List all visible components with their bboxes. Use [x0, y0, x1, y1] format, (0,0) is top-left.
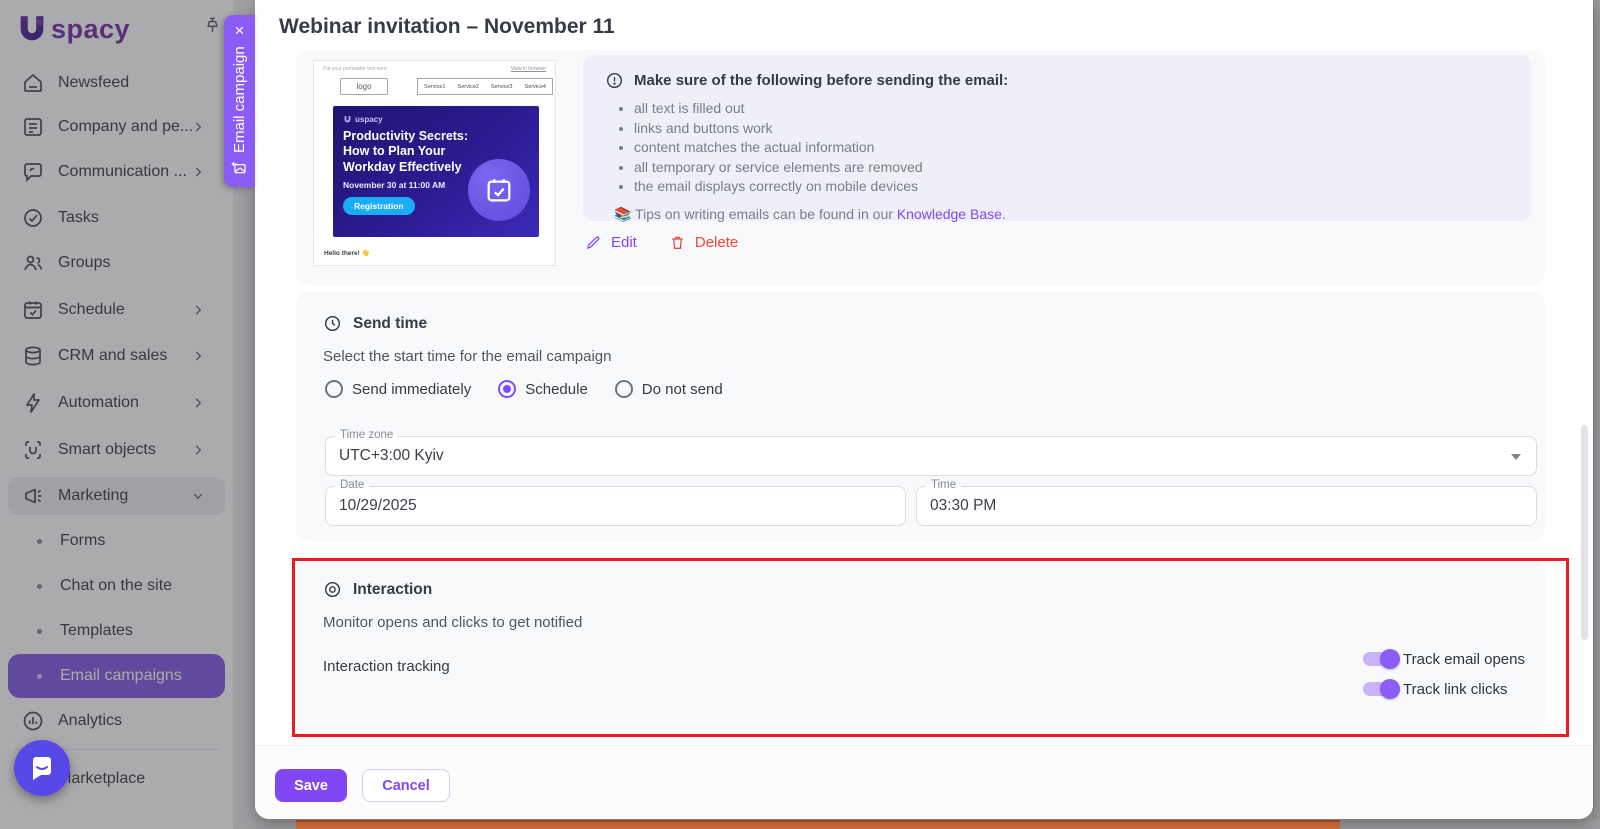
preview-actions: Edit Delete [585, 234, 738, 251]
send-time-section: Send time Select the start time for the … [296, 292, 1545, 541]
preview-nav: Service1 Service2 Service3 Service4 [417, 78, 553, 95]
registration-button: Registration [343, 196, 415, 215]
email-preview-thumbnail[interactable]: Put your preheader text here View in bro… [313, 60, 556, 266]
cancel-button[interactable]: Cancel [362, 769, 450, 802]
chat-launcher-button[interactable] [14, 740, 70, 796]
chat-smile-icon [33, 757, 51, 780]
radio-selected-icon [498, 380, 517, 398]
delete-button[interactable]: Delete [669, 234, 738, 251]
banner-heading: Productivity Secrets: How to Plan Your W… [343, 129, 469, 174]
tab-label: Email campaign [231, 46, 248, 153]
clock-icon [324, 315, 341, 332]
send-time-options: Send immediately Schedule Do not send [325, 380, 723, 398]
banner-brand-text: uspacy [355, 115, 383, 124]
checklist-item: the email displays correctly on mobile d… [634, 177, 1509, 197]
modal-scrollbar-thumb[interactable] [1581, 425, 1588, 640]
track-email-opens-toggle[interactable] [1363, 649, 1400, 669]
radio-send-immediately[interactable]: Send immediately [325, 380, 471, 398]
nav-service4: Service4 [524, 83, 546, 90]
interaction-section: Interaction Monitor opens and clicks to … [296, 561, 1545, 734]
checklist-title: Make sure of the following before sendin… [634, 72, 1009, 89]
checklist-item: content matches the actual information [634, 138, 1509, 158]
radio-schedule[interactable]: Schedule [498, 380, 588, 398]
checklist-header: Make sure of the following before sendin… [605, 71, 1509, 90]
nav-service1: Service1 [424, 83, 446, 90]
toggle-knob [1380, 679, 1400, 699]
trash-icon [672, 236, 683, 249]
logo-placeholder: logo [340, 78, 388, 95]
email-campaign-modal: Webinar invitation – November 11 Put you… [255, 0, 1593, 819]
toggle-label: Track link clicks [1403, 680, 1508, 698]
knowledge-base-link[interactable]: Knowledge Base [897, 206, 1002, 222]
email-campaign-side-tab[interactable]: × Email campaign [224, 15, 255, 187]
close-tab-icon[interactable]: × [235, 22, 245, 39]
calendar-badge [468, 159, 530, 221]
radio-label: Schedule [525, 380, 588, 398]
app-window: spacy Newsfeed Company and pe... Communi… [0, 0, 1600, 829]
interaction-subtitle: Monitor opens and clicks to get notified [323, 614, 583, 631]
save-button[interactable]: Save [275, 769, 347, 802]
calendar-check-icon [487, 179, 511, 202]
radio-icon [614, 380, 633, 398]
radio-label: Send immediately [352, 380, 472, 398]
tips-text: Tips on writing emails can be found in o… [631, 205, 897, 222]
timezone-select[interactable]: Time zone UTC+3:00 Kyiv [325, 429, 1537, 476]
checklist-items: all text is filled out links and buttons… [634, 99, 1509, 197]
eye-icon [324, 581, 341, 598]
tracking-toggles: Track email opens Track link clicks [1363, 644, 1525, 704]
books-emoji-icon: 📚 [614, 205, 632, 222]
tips-line: 📚 Tips on writing emails can be found in… [614, 206, 1509, 223]
background-orange-banner [296, 820, 1340, 829]
toggle-knob [1380, 649, 1400, 669]
radio-icon [325, 380, 343, 398]
checklist-item: all text is filled out [634, 99, 1509, 119]
webinar-banner: uspacy Productivity Secrets: How to Plan… [333, 106, 539, 237]
page-title: Webinar invitation – November 11 [279, 15, 615, 38]
interaction-header: Interaction [323, 580, 432, 599]
edit-label: Edit [611, 234, 637, 251]
modal-footer: Save Cancel [255, 745, 1593, 819]
email-send-icon [231, 161, 247, 174]
pre-send-checklist: Make sure of the following before sendin… [583, 55, 1531, 223]
send-time-header: Send time [323, 314, 427, 333]
interaction-title: Interaction [353, 580, 433, 598]
dropdown-caret-icon [1511, 454, 1521, 460]
tips-period: . [1001, 205, 1006, 222]
toggle-row-email-opens: Track email opens [1363, 644, 1525, 674]
uspacy-mini-logo-icon [344, 116, 351, 123]
preheader-text: Put your preheader text here [323, 66, 387, 72]
time-value: 03:30 PM [930, 497, 997, 514]
alert-circle-icon [606, 72, 623, 89]
date-input[interactable]: Date 10/29/2025 [325, 479, 906, 526]
interaction-tracking-label: Interaction tracking [323, 658, 450, 675]
delete-label: Delete [694, 234, 739, 251]
toggle-row-link-clicks: Track link clicks [1363, 674, 1525, 704]
timezone-value: UTC+3:00 Kyiv [339, 447, 444, 464]
radio-do-not-send[interactable]: Do not send [614, 380, 723, 398]
nav-service3: Service3 [491, 83, 513, 90]
checklist-item: all temporary or service elements are re… [634, 158, 1509, 178]
checklist-item: links and buttons work [634, 119, 1509, 139]
preview-greeting: Hello there! 👋 [324, 250, 370, 257]
time-input[interactable]: Time 03:30 PM [916, 479, 1537, 526]
email-review-section: Put your preheader text here View in bro… [296, 50, 1545, 285]
view-in-browser-link: View in browser [510, 66, 546, 72]
banner-brand: uspacy [343, 115, 529, 124]
date-value: 10/29/2025 [339, 497, 417, 514]
toggle-label: Track email opens [1403, 650, 1525, 668]
track-link-clicks-toggle[interactable] [1363, 679, 1400, 699]
send-time-subtitle: Select the start time for the email camp… [323, 348, 612, 365]
email-campaign-tab-body: Email campaign [231, 43, 248, 178]
nav-service2: Service2 [457, 83, 479, 90]
send-time-title: Send time [353, 314, 428, 332]
pencil-icon [587, 236, 600, 249]
edit-button[interactable]: Edit [585, 234, 637, 251]
radio-label: Do not send [641, 380, 723, 398]
